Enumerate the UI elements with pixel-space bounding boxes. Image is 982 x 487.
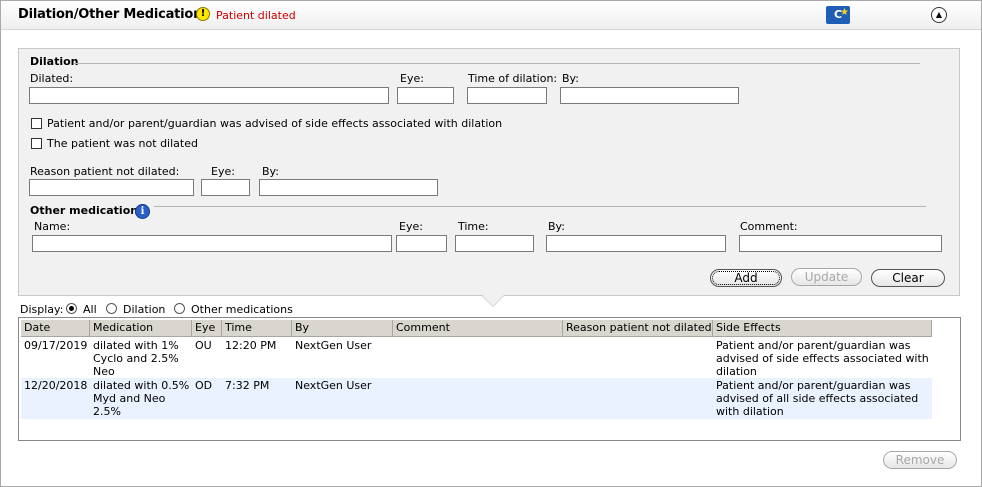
eye-label: Eye: bbox=[400, 72, 424, 85]
not-dilated-checkbox-label: The patient was not dilated bbox=[47, 137, 198, 150]
advised-checkbox[interactable] bbox=[31, 118, 42, 129]
cell-date: 09/17/2019 bbox=[24, 339, 88, 352]
column-header-side-effects[interactable]: Side Effects bbox=[713, 320, 932, 337]
reason-by-field[interactable] bbox=[259, 179, 438, 196]
column-header-reason[interactable]: Reason patient not dilated bbox=[563, 320, 713, 337]
by-label: By: bbox=[562, 72, 579, 85]
med-time-label: Time: bbox=[458, 220, 489, 233]
dilated-label: Dilated: bbox=[30, 72, 74, 85]
time-of-dilation-label: Time of dilation: bbox=[468, 72, 558, 85]
table-row[interactable]: 12/20/2018 dilated with 0.5% Myd and Neo… bbox=[21, 378, 932, 419]
medications-grid: Date Medication Eye Time By Comment Reas… bbox=[18, 317, 961, 441]
reason-eye-label: Eye: bbox=[211, 165, 235, 178]
panel-pointer-fill bbox=[482, 295, 504, 306]
add-button[interactable]: Add bbox=[710, 269, 782, 287]
info-icon[interactable]: i bbox=[135, 204, 150, 219]
warning-icon: ! bbox=[196, 7, 210, 21]
update-button[interactable]: Update bbox=[791, 268, 862, 286]
reason-not-dilated-field[interactable] bbox=[29, 179, 194, 196]
display-other-medications-radio[interactable] bbox=[174, 303, 185, 314]
table-row[interactable]: 09/17/2019 dilated with 1% Cyclo and 2.5… bbox=[21, 337, 932, 378]
med-by-label: By: bbox=[548, 220, 565, 233]
cell-time: 12:20 PM bbox=[225, 339, 277, 352]
med-time-field[interactable] bbox=[455, 235, 534, 252]
cell-eye: OD bbox=[195, 379, 213, 392]
other-medications-section-label: Other medications bbox=[30, 204, 145, 217]
name-field[interactable] bbox=[32, 235, 392, 252]
name-label: Name: bbox=[34, 220, 71, 233]
not-dilated-checkbox[interactable] bbox=[31, 138, 42, 149]
clear-button[interactable]: Clear bbox=[871, 269, 945, 287]
display-dilation-radio[interactable] bbox=[106, 303, 117, 314]
med-eye-label: Eye: bbox=[399, 220, 423, 233]
med-by-field[interactable] bbox=[546, 235, 726, 252]
display-other-medications-label: Other medications bbox=[191, 303, 293, 316]
cell-medication: dilated with 0.5% Myd and Neo 2.5% bbox=[93, 379, 190, 418]
status-text: Patient dilated bbox=[216, 9, 296, 22]
cell-side-effects: Patient and/or parent/guardian was advis… bbox=[716, 379, 919, 418]
cell-date: 12/20/2018 bbox=[24, 379, 88, 392]
reason-eye-field[interactable] bbox=[201, 179, 250, 196]
column-header-eye[interactable]: Eye bbox=[192, 320, 222, 337]
section-title: Dilation/Other Medications bbox=[18, 7, 210, 22]
med-eye-field[interactable] bbox=[396, 235, 447, 252]
comment-field[interactable] bbox=[739, 235, 942, 252]
by-field[interactable] bbox=[560, 87, 739, 104]
cell-by: NextGen User bbox=[295, 379, 372, 392]
collapse-up-icon[interactable]: ▲ bbox=[931, 7, 947, 23]
column-header-by[interactable]: By bbox=[292, 320, 393, 337]
remove-button[interactable]: Remove bbox=[883, 451, 957, 469]
comment-label: Comment: bbox=[740, 220, 798, 233]
reason-by-label: By: bbox=[262, 165, 279, 178]
display-dilation-label: Dilation bbox=[123, 303, 166, 316]
column-header-medication[interactable]: Medication bbox=[90, 320, 192, 337]
dilation-divider bbox=[74, 63, 920, 64]
star-icon: ★ bbox=[840, 7, 849, 18]
other-medications-divider bbox=[154, 206, 926, 207]
cell-medication: dilated with 1% Cyclo and 2.5% Neo bbox=[93, 339, 179, 378]
display-label: Display: bbox=[20, 303, 64, 316]
dilated-field[interactable] bbox=[29, 87, 389, 104]
advised-checkbox-label: Patient and/or parent/guardian was advis… bbox=[47, 117, 503, 130]
cell-side-effects: Patient and/or parent/guardian was advis… bbox=[716, 339, 929, 378]
reason-not-dilated-label: Reason patient not dilated: bbox=[30, 165, 180, 178]
column-header-comment[interactable]: Comment bbox=[393, 320, 563, 337]
column-header-date[interactable]: Date bbox=[21, 320, 90, 337]
cell-by: NextGen User bbox=[295, 339, 372, 352]
display-all-radio[interactable] bbox=[66, 303, 77, 314]
clinical-education-icon[interactable]: C ★ bbox=[826, 6, 850, 24]
column-header-time[interactable]: Time bbox=[222, 320, 292, 337]
cell-eye: OU bbox=[195, 339, 212, 352]
cell-time: 7:32 PM bbox=[225, 379, 270, 392]
dilation-section-label: Dilation bbox=[30, 55, 79, 68]
time-of-dilation-field[interactable] bbox=[467, 87, 547, 104]
display-all-label: All bbox=[83, 303, 97, 316]
eye-field[interactable] bbox=[397, 87, 454, 104]
